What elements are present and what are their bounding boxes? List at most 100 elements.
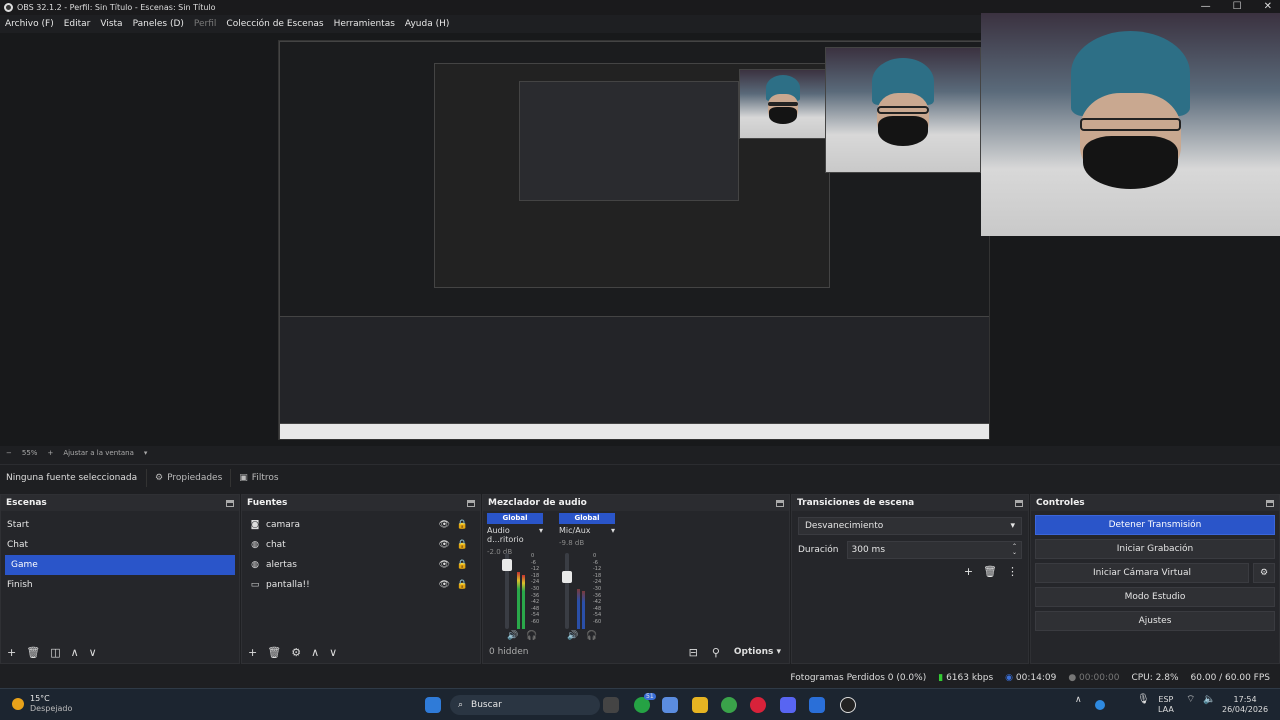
maximize-icon[interactable]: ☐ bbox=[1233, 1, 1242, 12]
lock-icon[interactable]: 🔒 bbox=[457, 560, 468, 570]
add-transition-icon[interactable]: + bbox=[964, 565, 973, 578]
source-item[interactable]: ◙ camara 👁 🔒 bbox=[242, 515, 480, 535]
eye-icon[interactable]: 👁 bbox=[439, 540, 450, 550]
fader-knob[interactable] bbox=[562, 571, 572, 583]
scene-item-chat[interactable]: Chat bbox=[1, 535, 239, 555]
obs-taskbar-icon[interactable] bbox=[840, 697, 856, 713]
menu-vista[interactable]: Vista bbox=[100, 19, 122, 29]
remove-source-icon[interactable]: 🗑 bbox=[267, 646, 281, 659]
scene-item-start[interactable]: Start bbox=[1, 515, 239, 535]
tray-chevron-icon[interactable]: ∧ bbox=[1075, 695, 1082, 705]
more-icon[interactable]: ⋮ bbox=[1007, 565, 1018, 578]
transition-select[interactable]: Desvanecimiento ▾ bbox=[798, 517, 1022, 535]
volume-icon[interactable]: 🔈 bbox=[1203, 695, 1215, 705]
move-down-icon[interactable]: ∨ bbox=[89, 646, 97, 659]
eye-icon[interactable]: 👁 bbox=[439, 580, 450, 590]
undock-icon[interactable] bbox=[226, 499, 234, 507]
move-up-icon[interactable]: ∧ bbox=[71, 646, 79, 659]
menu-coleccion-escenas[interactable]: Colección de Escenas bbox=[226, 19, 323, 29]
menu-herramientas[interactable]: Herramientas bbox=[334, 19, 395, 29]
clock[interactable]: 17:54 26/04/2026 bbox=[1222, 695, 1268, 715]
scene-item-finish[interactable]: Finish bbox=[1, 575, 239, 595]
webcam-inner-2 bbox=[739, 69, 827, 139]
close-icon[interactable]: ✕ bbox=[1264, 1, 1272, 12]
add-source-icon[interactable]: + bbox=[248, 646, 257, 659]
channel-menu-icon[interactable]: ▾ bbox=[539, 526, 543, 544]
duration-label: Duración bbox=[798, 545, 839, 555]
scene-filters-icon[interactable]: ◫ bbox=[50, 646, 60, 659]
onedrive-icon[interactable] bbox=[1095, 700, 1105, 710]
sun-icon bbox=[12, 698, 24, 710]
menu-paneles[interactable]: Paneles (D) bbox=[133, 19, 184, 29]
source-item[interactable]: ◍ alertas 👁 🔒 bbox=[242, 555, 480, 575]
zoom-in-icon[interactable]: + bbox=[47, 449, 53, 457]
virtual-camera-button[interactable]: Iniciar Cámara Virtual bbox=[1035, 563, 1249, 583]
settings-button[interactable]: Ajustes bbox=[1035, 611, 1275, 631]
source-properties-icon[interactable]: ⚙ bbox=[291, 646, 301, 659]
start-recording-button[interactable]: Iniciar Grabación bbox=[1035, 539, 1275, 559]
weather-widget[interactable]: 15°C Despejado bbox=[12, 694, 72, 714]
minimize-icon[interactable]: — bbox=[1201, 1, 1211, 12]
taskbar-search[interactable]: ⌕ Buscar bbox=[450, 695, 600, 715]
lock-icon[interactable]: 🔒 bbox=[457, 540, 468, 550]
source-item[interactable]: ▭ pantalla!! 👁 🔒 bbox=[242, 575, 480, 595]
move-up-icon[interactable]: ∧ bbox=[311, 646, 319, 659]
zoom-out-icon[interactable]: − bbox=[6, 449, 12, 457]
lock-icon[interactable]: 🔒 bbox=[457, 520, 468, 530]
preview-canvas[interactable] bbox=[278, 40, 990, 440]
chevron-down-icon[interactable]: ▾ bbox=[144, 449, 148, 457]
menu-archivo[interactable]: Archivo (F) bbox=[5, 19, 54, 29]
scene-item-game[interactable]: Game bbox=[5, 555, 235, 575]
opera-icon[interactable] bbox=[750, 697, 766, 713]
headphones-icon[interactable]: 🎧 bbox=[586, 631, 597, 641]
speaker-icon[interactable]: 🔊 bbox=[507, 631, 518, 641]
filters-button[interactable]: ▣ Filtros bbox=[230, 468, 286, 487]
lock-icon[interactable]: 🔒 bbox=[457, 580, 468, 590]
source-name: chat bbox=[266, 540, 286, 550]
undock-icon[interactable] bbox=[467, 499, 475, 507]
studio-mode-button[interactable]: Modo Estudio bbox=[1035, 587, 1275, 607]
discord-icon[interactable] bbox=[780, 697, 796, 713]
menu-perfil[interactable]: Perfil bbox=[194, 19, 217, 29]
properties-button[interactable]: ⚙ Propiedades bbox=[146, 468, 230, 487]
duration-field[interactable]: 300 ms ⌃ ⌄ bbox=[846, 541, 1022, 559]
windows-start-icon[interactable] bbox=[425, 697, 441, 713]
file-explorer-icon[interactable] bbox=[692, 697, 708, 713]
fader-knob[interactable] bbox=[502, 559, 512, 571]
eye-icon[interactable]: 👁 bbox=[439, 560, 450, 570]
move-down-icon[interactable]: ∨ bbox=[329, 646, 337, 659]
remove-scene-icon[interactable]: 🗑 bbox=[26, 646, 40, 659]
spin-icon[interactable]: ⌃ ⌄ bbox=[1012, 544, 1017, 556]
undock-icon[interactable] bbox=[776, 499, 784, 507]
scenes-dock: Escenas Start Chat Game Finish + 🗑 ◫ ∧ ∨ bbox=[0, 494, 240, 664]
virtual-camera-gear-icon[interactable]: ⚙ bbox=[1253, 563, 1275, 583]
zoom-fit-label[interactable]: Ajustar a la ventana bbox=[63, 449, 134, 457]
chrome-icon[interactable] bbox=[721, 697, 737, 713]
microphone-icon[interactable]: 🎙 bbox=[1137, 695, 1150, 705]
app-icon[interactable] bbox=[809, 697, 825, 713]
remove-transition-icon[interactable]: 🗑 bbox=[983, 565, 997, 578]
menu-editar[interactable]: Editar bbox=[64, 19, 91, 29]
options-button[interactable]: Options ▾ bbox=[734, 647, 781, 657]
layout-icon[interactable]: ⊟ bbox=[689, 646, 698, 659]
undock-icon[interactable] bbox=[1266, 499, 1274, 507]
link-icon[interactable]: ⚲ bbox=[712, 646, 720, 659]
wifi-icon[interactable]: ⌔ bbox=[1186, 695, 1195, 705]
eye-icon[interactable]: 👁 bbox=[439, 520, 450, 530]
language-indicator[interactable]: ESP LAA bbox=[1158, 695, 1174, 715]
volume-fader[interactable] bbox=[562, 553, 572, 629]
add-scene-icon[interactable]: + bbox=[7, 646, 16, 659]
webcam-source[interactable] bbox=[981, 13, 1280, 236]
signal-icon: ▮ bbox=[938, 673, 944, 683]
channel-menu-icon[interactable]: ▾ bbox=[611, 526, 615, 535]
source-item[interactable]: ◍ chat 👁 🔒 bbox=[242, 535, 480, 555]
copilot-icon[interactable] bbox=[662, 697, 678, 713]
task-view-icon[interactable] bbox=[603, 697, 619, 713]
hidden-count[interactable]: 0 hidden bbox=[489, 647, 528, 657]
speaker-icon[interactable]: 🔊 bbox=[567, 631, 578, 641]
undock-icon[interactable] bbox=[1015, 499, 1023, 507]
menu-ayuda[interactable]: Ayuda (H) bbox=[405, 19, 449, 29]
stop-stream-button[interactable]: Detener Transmisión bbox=[1035, 515, 1275, 535]
volume-fader[interactable] bbox=[502, 553, 512, 629]
headphones-icon[interactable]: 🎧 bbox=[526, 631, 537, 641]
